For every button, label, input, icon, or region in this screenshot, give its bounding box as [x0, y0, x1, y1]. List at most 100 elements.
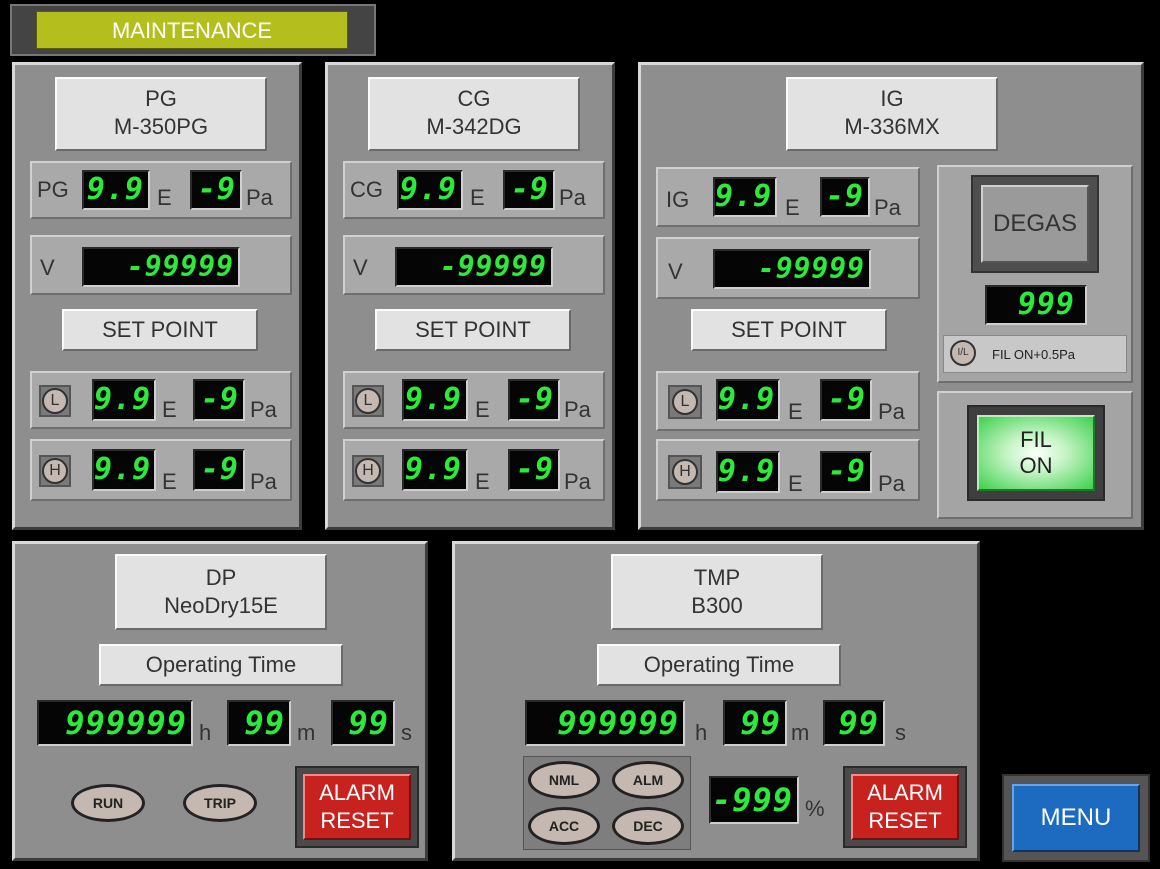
- tmp-hours-display: 999999: [525, 700, 685, 746]
- cg-low-mantissa-display: 9.9: [402, 379, 468, 421]
- dp-title-box: DP NeoDry15E: [115, 554, 327, 630]
- pg-voltage-row: V -99999: [30, 235, 292, 295]
- dp-alarm-reset-button[interactable]: ALARM RESET: [303, 774, 411, 840]
- ig-low-badge: L: [672, 389, 698, 415]
- ig-unit-label: Pa: [874, 195, 901, 220]
- cg-voltage-row: V -99999: [343, 235, 605, 295]
- fil-button-frame: FIL ON: [967, 405, 1105, 501]
- pg-low-exp-label: E: [162, 397, 177, 422]
- ig-high-exp-label: E: [788, 471, 803, 496]
- cg-exponent-display: -9: [503, 170, 555, 210]
- cg-model: M-342DG: [426, 114, 522, 139]
- pg-high-unit-label: Pa: [250, 469, 277, 494]
- pg-title: PG: [145, 86, 177, 111]
- cg-mantissa-display: 9.9: [397, 170, 463, 210]
- tmp-acc-indicator: ACC: [528, 807, 600, 845]
- tmp-operating-time-label: Operating Time: [597, 644, 841, 686]
- cg-setpoint-label: SET POINT: [375, 309, 571, 351]
- degas-section: DEGAS 999 I/L FIL ON+0.5Pa: [937, 165, 1133, 383]
- pg-panel: PG M-350PG PG 9.9 E -9 Pa V -99999 SET P…: [12, 62, 302, 530]
- menu-button-frame: MENU: [1002, 774, 1150, 862]
- dp-alarm-reset-frame: ALARM RESET: [295, 766, 419, 848]
- fil-on-line1: FIL: [1020, 427, 1052, 452]
- cg-voltage-label: V: [353, 255, 368, 280]
- ig-panel: IG M-336MX IG 9.9 E -9 Pa V -99999 SET P…: [638, 62, 1144, 530]
- tmp-title-box: TMP B300: [611, 554, 823, 630]
- ig-high-exponent-display: -9: [820, 451, 872, 493]
- dp-minutes-display: 99: [227, 700, 291, 746]
- menu-button[interactable]: MENU: [1012, 784, 1140, 852]
- degas-button-frame: DEGAS: [971, 175, 1099, 273]
- interlock-bar: I/L FIL ON+0.5Pa: [943, 335, 1127, 373]
- dp-seconds-display: 99: [331, 700, 395, 746]
- tmp-alarm-line1: ALARM: [867, 780, 943, 805]
- ig-title-box: IG M-336MX: [786, 77, 998, 151]
- dp-panel: DP NeoDry15E Operating Time 999999 h 99 …: [12, 541, 428, 861]
- ig-exponent-display: -9: [820, 177, 870, 217]
- tmp-percent-unit: %: [805, 796, 825, 821]
- pg-title-box: PG M-350PG: [55, 77, 267, 151]
- cg-panel: CG M-342DG CG 9.9 E -9 Pa V -99999 SET P…: [325, 62, 615, 530]
- ig-low-setpoint-row: L 9.9 E -9 Pa: [656, 371, 920, 431]
- pg-low-exponent-display: -9: [193, 379, 245, 421]
- dp-hours-unit: h: [199, 720, 212, 745]
- dp-alarm-line1: ALARM: [319, 780, 395, 805]
- ig-low-exponent-display: -9: [820, 379, 872, 421]
- tmp-alarm-reset-button[interactable]: ALARM RESET: [851, 774, 959, 840]
- cg-unit-label: Pa: [559, 185, 586, 210]
- pg-high-setpoint-row: H 9.9 E -9 Pa: [30, 439, 292, 501]
- ig-high-badge: H: [672, 459, 698, 485]
- degas-button[interactable]: DEGAS: [981, 185, 1089, 263]
- ig-model: M-336MX: [844, 114, 940, 139]
- dp-alarm-line2: RESET: [320, 808, 394, 833]
- pg-low-unit-label: Pa: [250, 397, 277, 422]
- tmp-model: B300: [691, 593, 743, 618]
- ig-high-setpoint-row: H 9.9 E -9 Pa: [656, 439, 920, 501]
- ig-gauge-label: IG: [666, 187, 690, 212]
- ig-pressure-row: IG 9.9 E -9 Pa: [656, 167, 920, 227]
- cg-high-badge: H: [355, 458, 381, 484]
- pg-pressure-row: PG 9.9 E -9 Pa: [30, 161, 292, 219]
- dp-run-indicator: RUN: [71, 784, 145, 822]
- cg-title-box: CG M-342DG: [368, 77, 580, 151]
- interlock-badge: I/L: [950, 340, 976, 366]
- degas-value-display: 999: [985, 285, 1087, 325]
- tmp-panel: TMP B300 Operating Time 999999 h 99 m 99…: [452, 541, 980, 861]
- ig-mantissa-display: 9.9: [713, 177, 777, 217]
- ig-exp-label: E: [785, 195, 800, 220]
- fil-on-button[interactable]: FIL ON: [977, 415, 1095, 491]
- cg-pressure-row: CG 9.9 E -9 Pa: [343, 161, 605, 219]
- pg-high-badge: H: [42, 458, 68, 484]
- cg-title: CG: [457, 86, 491, 111]
- tmp-seconds-display: 99: [823, 700, 885, 746]
- dp-operating-time-label: Operating Time: [99, 644, 343, 686]
- cg-low-exponent-display: -9: [508, 379, 560, 421]
- tmp-status-indicators: NML ALM ACC DEC: [523, 756, 691, 850]
- cg-high-unit-label: Pa: [564, 469, 591, 494]
- cg-low-badge: L: [355, 388, 381, 414]
- tmp-minutes-display: 99: [723, 700, 787, 746]
- fil-section: FIL ON: [937, 391, 1133, 519]
- cg-high-setpoint-row: H 9.9 E -9 Pa: [343, 439, 605, 501]
- tmp-seconds-unit: s: [895, 720, 906, 745]
- pg-unit-label: Pa: [246, 185, 273, 210]
- ig-voltage-label: V: [668, 259, 683, 284]
- pg-low-badge: L: [42, 388, 68, 414]
- dp-title: DP: [205, 565, 237, 590]
- pg-exponent-display: -9: [190, 170, 242, 210]
- pg-low-setpoint-row: L 9.9 E -9 Pa: [30, 371, 292, 429]
- ig-setpoint-label: SET POINT: [691, 309, 887, 351]
- pg-mantissa-display: 9.9: [82, 170, 150, 210]
- tmp-percent-display: -999: [709, 776, 799, 824]
- pg-high-exponent-display: -9: [193, 449, 245, 491]
- pg-high-exp-label: E: [162, 469, 177, 494]
- ig-high-unit-label: Pa: [878, 471, 905, 496]
- ig-low-mantissa-display: 9.9: [716, 379, 780, 421]
- cg-gauge-label: CG: [350, 177, 383, 202]
- cg-low-exp-label: E: [475, 397, 490, 422]
- tmp-title: TMP: [693, 565, 741, 590]
- pg-setpoint-label: SET POINT: [62, 309, 258, 351]
- pg-high-mantissa-display: 9.9: [92, 449, 156, 491]
- maintenance-header: MAINTENANCE: [10, 4, 376, 56]
- tmp-alm-indicator: ALM: [612, 761, 684, 799]
